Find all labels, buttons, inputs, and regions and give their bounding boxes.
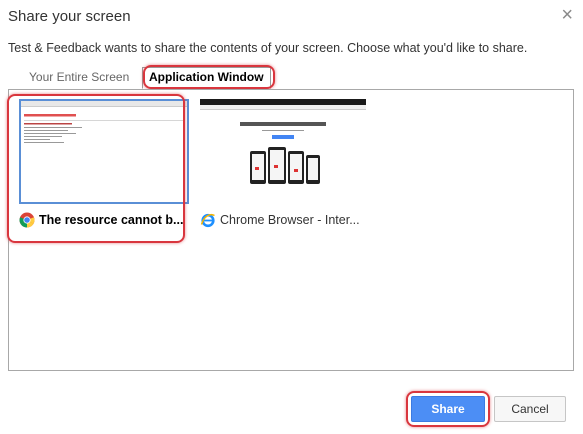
chrome-icon: [19, 212, 35, 228]
window-list-panel: The resource cannot b... Chrome Browser …: [8, 89, 574, 371]
internet-explorer-icon: [200, 212, 216, 228]
dialog-description: Test & Feedback wants to share the conte…: [8, 41, 528, 55]
window-label-row: Chrome Browser - Inter...: [200, 210, 368, 230]
window-thumbnail: [200, 99, 366, 200]
window-thumbnail: [21, 101, 187, 202]
tab-application-window[interactable]: Application Window: [142, 67, 271, 89]
window-thumbnail-frame: [19, 99, 189, 204]
window-label: Chrome Browser - Inter...: [220, 213, 360, 227]
window-item-chrome-browser[interactable]: Chrome Browser - Inter...: [198, 97, 370, 233]
share-screen-dialog: Share your screen × Test & Feedback want…: [0, 0, 583, 434]
window-thumbnail-frame: [200, 99, 366, 200]
close-icon[interactable]: ×: [561, 5, 573, 25]
share-button[interactable]: Share: [411, 396, 485, 422]
tab-entire-screen[interactable]: Your Entire Screen: [23, 67, 135, 87]
dialog-title: Share your screen: [8, 8, 131, 25]
window-label-row: The resource cannot b...: [19, 210, 187, 230]
window-label: The resource cannot b...: [39, 213, 184, 227]
window-item-resource[interactable]: The resource cannot b...: [17, 97, 189, 233]
cancel-button[interactable]: Cancel: [494, 396, 566, 422]
